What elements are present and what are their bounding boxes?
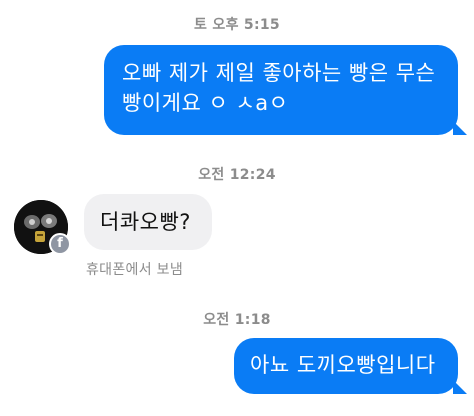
bubble-tail [453, 121, 467, 135]
message-text: 더콰오빵? [100, 210, 191, 234]
outgoing-message-bubble[interactable]: 오빠 제가 제일 좋아하는 빵은 무슨 빵이게요 ㅇ ㅅaㅇ [104, 45, 467, 135]
bubble-tail [453, 380, 467, 394]
sent-from-mobile-label: 휴대폰에서 보냄 [86, 262, 184, 278]
timestamp: 오전 1:18 [203, 312, 271, 328]
message-text: 아뇨 도끼오빵입니다 [250, 353, 436, 377]
message-thread: 토 오후 5:15 오빠 제가 제일 좋아하는 빵은 무슨 빵이게요 ㅇ ㅅaㅇ… [0, 0, 474, 416]
outgoing-message-bubble[interactable]: 아뇨 도끼오빵입니다 [234, 338, 467, 394]
timestamp: 오전 12:24 [198, 167, 276, 183]
message-text-line-2: 빵이게요 ㅇ ㅅaㅇ [122, 91, 289, 115]
facebook-icon: f [49, 233, 71, 255]
message-text: 오빠 제가 제일 좋아하는 빵은 무슨 [122, 61, 436, 85]
incoming-message-bubble[interactable]: 더콰오빵? [84, 194, 212, 250]
timestamp: 토 오후 5:15 [194, 17, 280, 33]
